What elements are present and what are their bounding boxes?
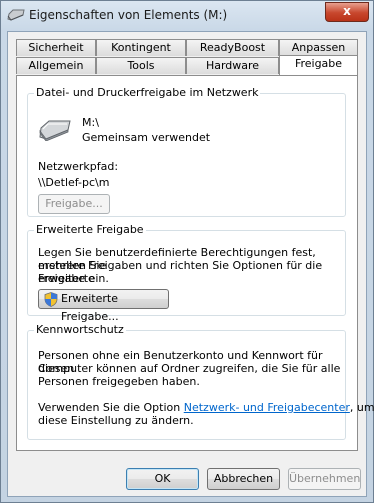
tab-anpassen[interactable]: Anpassen (279, 39, 358, 56)
tab-freigabe[interactable]: Freigabe (279, 55, 358, 75)
password-change-hint: Verwenden Sie die Option Netzwerk- und F… (38, 401, 374, 414)
advanced-sharing-group: Erweiterte Freigabe Legen Sie benutzerde… (27, 223, 346, 323)
network-sharing-center-link[interactable]: Netzwerk- und Freigabecenter (184, 401, 350, 414)
password-change-hint: diese Einstellung zu ändern. (38, 414, 194, 427)
window-title: Eigenschaften von Elements (M:) (29, 8, 228, 22)
tab-allgemein[interactable]: Allgemein (16, 57, 96, 74)
share-button[interactable]: Freigabe... (38, 194, 110, 214)
tab-row-bottom: Allgemein Tools Hardware Freigabe (16, 55, 360, 75)
dialog-client-area: Sicherheit Kontingent ReadyBoost Anpasse… (7, 31, 374, 497)
freigabe-panel: Datei- und Druckerfreigabe im Netzwerk M… (16, 75, 374, 451)
uac-shield-icon (44, 292, 58, 307)
network-sharing-group-title: Datei- und Druckerfreigabe im Netzwerk (34, 86, 261, 99)
tab-readyboost[interactable]: ReadyBoost (186, 39, 279, 56)
password-description: Personen freigegeben haben. (38, 375, 200, 388)
network-path-value: \\Detlef-pc\m (38, 176, 110, 189)
network-sharing-group: Datei- und Druckerfreigabe im Netzwerk M… (27, 86, 346, 217)
close-button[interactable]: x (325, 2, 369, 22)
password-protection-group: Kennwortschutz Personen ohne ein Benutze… (27, 323, 374, 440)
password-protection-group-title: Kennwortschutz (34, 323, 126, 336)
drive-share-status: Gemeinsam verwendet (82, 131, 211, 144)
ok-button[interactable]: OK (126, 468, 199, 490)
password-change-hint-text: , um (349, 401, 374, 414)
drive-icon (39, 120, 71, 141)
cancel-button[interactable]: Abbrechen (207, 468, 280, 490)
tab-tools[interactable]: Tools (96, 57, 186, 74)
apply-button[interactable]: Übernehmen (288, 468, 361, 490)
advanced-sharing-group-title: Erweiterte Freigabe (34, 223, 146, 236)
tab-sicherheit[interactable]: Sicherheit (16, 39, 96, 56)
drive-icon (7, 9, 25, 21)
tab-hardware[interactable]: Hardware (186, 57, 279, 74)
password-change-hint-text: Verwenden Sie die Option (38, 401, 184, 414)
advanced-sharing-button[interactable]: Erweiterte Freigabe... (38, 289, 169, 323)
advanced-sharing-button-label: Erweiterte Freigabe... (61, 292, 119, 323)
title-bar[interactable]: Eigenschaften von Elements (M:) x (1, 1, 373, 31)
advanced-sharing-description: Freigabe ein. (38, 272, 109, 285)
properties-window: Eigenschaften von Elements (M:) x Sicher… (0, 0, 374, 503)
password-description: Computer können auf Ordner zugreifen, di… (38, 362, 341, 375)
drive-name: M:\ (82, 116, 99, 129)
network-path-label: Netzwerkpfad: (38, 160, 119, 173)
tab-kontingent[interactable]: Kontingent (96, 39, 186, 56)
